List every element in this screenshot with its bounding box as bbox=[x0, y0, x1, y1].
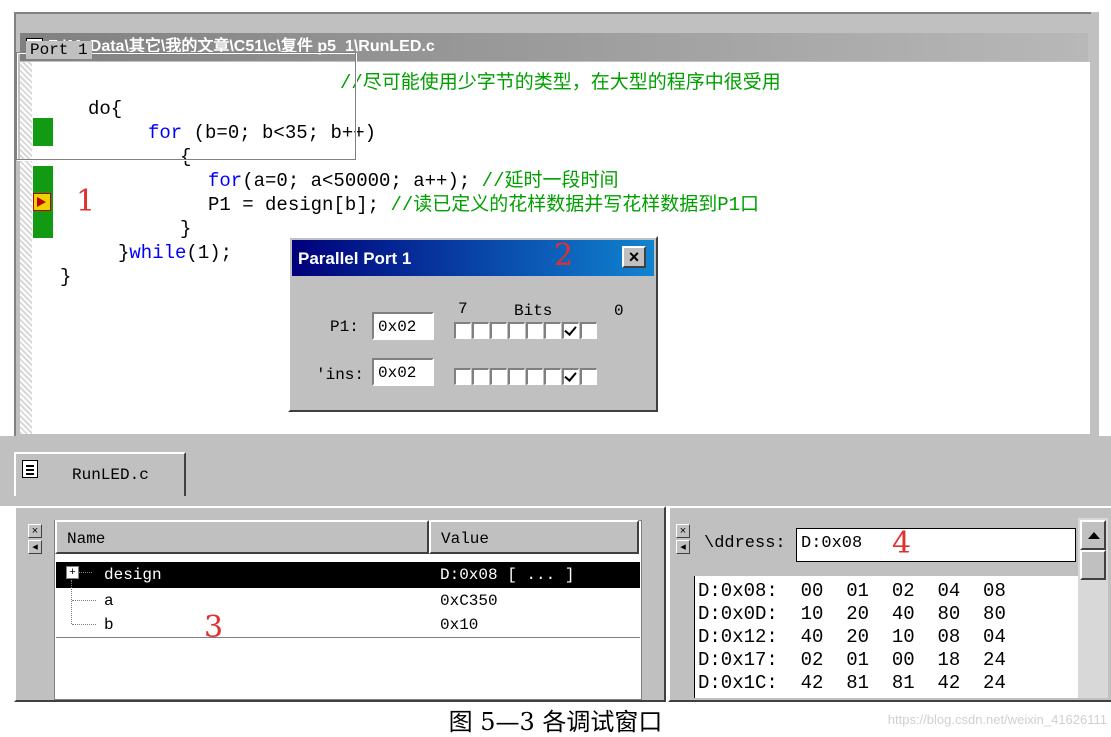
variable-name: b bbox=[104, 616, 114, 634]
code-comment: //读已定义的花样数据并写花样数据到P1口 bbox=[390, 194, 760, 216]
table-row[interactable]: a 0xC350 bbox=[56, 588, 640, 614]
bits-label: Bits bbox=[514, 302, 553, 320]
variable-value: 0x10 bbox=[440, 616, 479, 634]
close-icon[interactable]: × bbox=[28, 524, 42, 538]
pins-label: 'ins: bbox=[316, 366, 365, 384]
port-group-box bbox=[16, 52, 356, 160]
memory-line: D:0x12: 40 20 10 08 04 bbox=[698, 626, 1006, 648]
scroll-up-icon[interactable] bbox=[1080, 520, 1106, 550]
list-divider bbox=[56, 637, 640, 638]
bit-checkbox-7[interactable] bbox=[454, 368, 471, 385]
dialog-title-bar[interactable]: Parallel Port 1 × bbox=[292, 240, 654, 276]
code-keyword: for bbox=[208, 170, 243, 192]
variable-name: design bbox=[104, 566, 162, 584]
code-keyword: while bbox=[129, 242, 187, 264]
code-text: P1 = design[b]; bbox=[208, 194, 391, 216]
scroll-left-icon[interactable]: ◂ bbox=[28, 540, 42, 554]
scroll-left-icon[interactable]: ◂ bbox=[676, 540, 690, 554]
pins-value-field[interactable]: 0x02 bbox=[372, 358, 434, 386]
variable-name: a bbox=[104, 592, 114, 610]
annotation-label: 2 bbox=[554, 238, 574, 273]
table-row[interactable]: b 0x10 bbox=[56, 612, 640, 638]
bit-checkbox-0[interactable] bbox=[580, 322, 597, 339]
code-line: } bbox=[180, 218, 192, 240]
memory-line: D:0x1C: 42 81 81 42 24 bbox=[698, 672, 1006, 694]
code-comment: //尽可能使用少字节的类型，在大型的程序中很受用 bbox=[340, 72, 781, 94]
bit-high-label: 7 bbox=[458, 300, 468, 318]
memory-line: D:0x0D: 10 20 40 80 80 bbox=[698, 603, 1006, 625]
bit-low-label: 0 bbox=[614, 302, 624, 320]
close-button[interactable]: × bbox=[622, 246, 646, 268]
annotation-label: 4 bbox=[892, 526, 912, 561]
bit-checkbox-5[interactable] bbox=[490, 322, 507, 339]
scroll-thumb[interactable] bbox=[1080, 550, 1106, 580]
document-icon bbox=[22, 460, 38, 478]
pins-bit-checkboxes bbox=[454, 368, 597, 385]
bit-checkbox-6[interactable] bbox=[472, 322, 489, 339]
bit-checkbox-1[interactable] bbox=[562, 322, 579, 339]
bit-checkbox-2[interactable] bbox=[544, 322, 561, 339]
address-label: \ddress: bbox=[704, 534, 786, 553]
column-header-name[interactable]: Name bbox=[55, 520, 429, 554]
annotation-label: 3 bbox=[204, 610, 224, 645]
bit-checkbox-5[interactable] bbox=[490, 368, 507, 385]
bit-checkbox-1[interactable] bbox=[562, 368, 579, 385]
column-header-value[interactable]: Value bbox=[429, 520, 639, 554]
bit-checkbox-3[interactable] bbox=[526, 322, 543, 339]
tab-label: RunLED.c bbox=[72, 466, 149, 484]
variable-value: 0xC350 bbox=[440, 592, 498, 610]
close-icon[interactable]: × bbox=[676, 524, 690, 538]
bit-checkbox-2[interactable] bbox=[544, 368, 561, 385]
tree-line bbox=[78, 572, 92, 573]
dialog-title: Parallel Port 1 bbox=[298, 249, 412, 268]
code-line: P1 = design[b]; //读已定义的花样数据并写花样数据到P1口 bbox=[208, 194, 759, 216]
code-line: }while(1); bbox=[118, 242, 232, 264]
variable-value: D:0x08 [ ... ] bbox=[440, 566, 575, 584]
bit-checkbox-3[interactable] bbox=[526, 368, 543, 385]
watermark: https://blog.csdn.net/weixin_41626111 bbox=[887, 712, 1107, 727]
code-comment: //延时一段时间 bbox=[481, 170, 619, 192]
p1-value-field[interactable]: 0x02 bbox=[372, 312, 434, 340]
code-text: (1); bbox=[186, 242, 233, 264]
address-input[interactable]: D:0x08 bbox=[796, 528, 1076, 562]
bit-checkbox-0[interactable] bbox=[580, 368, 597, 385]
table-row[interactable]: design D:0x08 [ ... ] bbox=[56, 562, 640, 588]
bit-checkbox-7[interactable] bbox=[454, 322, 471, 339]
bit-checkbox-4[interactable] bbox=[508, 368, 525, 385]
bit-checkbox-6[interactable] bbox=[472, 368, 489, 385]
p1-label: P1: bbox=[330, 318, 359, 336]
current-line-arrow-icon bbox=[33, 193, 51, 211]
memory-line: D:0x17: 02 01 00 18 24 bbox=[698, 649, 1006, 671]
tab-runled[interactable]: RunLED.c bbox=[14, 452, 186, 496]
code-text: (a=0; a<50000; a++); bbox=[242, 170, 482, 192]
code-line: for(a=0; a<50000; a++); //延时一段时间 bbox=[208, 170, 618, 192]
port-group-label: Port 1 bbox=[26, 41, 92, 59]
editor-scrollbar[interactable] bbox=[1091, 12, 1099, 436]
memory-line: D:0x08: 00 01 02 04 08 bbox=[698, 580, 1006, 602]
code-line: } bbox=[60, 266, 72, 288]
annotation-label: 1 bbox=[76, 184, 96, 219]
p1-bit-checkboxes bbox=[454, 322, 597, 339]
code-text: } bbox=[118, 242, 130, 264]
bit-checkbox-4[interactable] bbox=[508, 322, 525, 339]
